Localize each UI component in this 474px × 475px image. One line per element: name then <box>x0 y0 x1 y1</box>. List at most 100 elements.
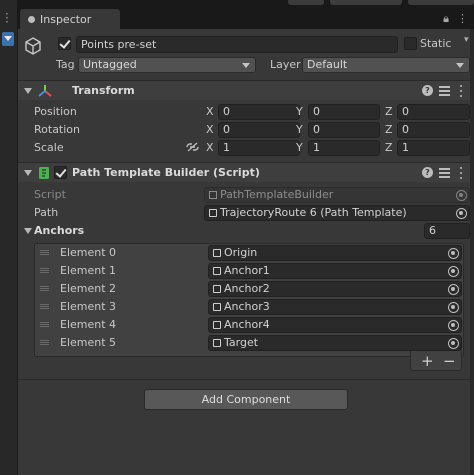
tab-bar: Inspector 🔒︎ ⋮ <box>18 0 474 29</box>
element-reference-field[interactable]: Anchor3 <box>208 299 462 315</box>
preset-icon[interactable] <box>439 167 450 178</box>
path-row: Path TrajectoryRoute 6 (Path Template) <box>18 204 470 222</box>
component-enabled-checkbox[interactable] <box>54 166 67 179</box>
toolbar-button[interactable] <box>330 0 402 5</box>
gameobject-icon <box>213 303 221 311</box>
drag-handle-icon[interactable] <box>40 322 49 327</box>
element-label: Element 4 <box>60 318 117 331</box>
list-item: Element 2 Anchor2 <box>18 280 470 298</box>
layer-label: Layer <box>270 58 301 71</box>
element-value: Anchor4 <box>224 318 270 331</box>
object-picker-icon[interactable] <box>448 284 459 295</box>
chevron-down-icon <box>4 36 12 41</box>
element-label: Element 0 <box>60 246 117 259</box>
gameobject-icon <box>213 285 221 293</box>
list-item: Element 1 Anchor1 <box>18 262 470 280</box>
script-reference-field: PathTemplateBuilder <box>204 187 470 203</box>
rotation-x-input[interactable]: 0 <box>218 122 300 138</box>
rotation-y-input[interactable]: 0 <box>308 122 380 138</box>
object-picker-icon[interactable] <box>448 302 459 313</box>
scale-y-input[interactable]: 1 <box>308 140 380 156</box>
drag-handle-icon[interactable] <box>40 304 49 309</box>
transform-scale-row: Scale X 1 Y 1 Z 1 <box>18 139 470 157</box>
element-reference-field[interactable]: Anchor4 <box>208 317 462 333</box>
object-picker-icon[interactable] <box>456 208 467 219</box>
toolbar-button[interactable] <box>288 0 324 5</box>
field-label: Rotation <box>34 123 81 136</box>
axis-label: Y <box>296 123 303 136</box>
object-picker-icon[interactable] <box>448 320 459 331</box>
position-x-input[interactable]: 0 <box>218 104 300 120</box>
script-file-icon <box>209 191 217 199</box>
foldout-arrow-icon[interactable] <box>24 88 32 94</box>
more-vertical-icon[interactable] <box>459 167 463 179</box>
gameobject-icon <box>213 249 221 257</box>
axis-label: Y <box>296 141 303 154</box>
transform-position-row: Position X 0 Y 0 Z 0 <box>18 103 470 121</box>
transform-header[interactable]: Transform ? <box>18 80 470 100</box>
axis-label: Z <box>385 105 393 118</box>
script-row: Script PathTemplateBuilder <box>18 186 470 204</box>
drag-handle-icon[interactable] <box>40 250 49 255</box>
drag-handle-icon[interactable] <box>40 340 49 345</box>
scale-z-input[interactable]: 1 <box>397 140 470 156</box>
more-menu-icon[interactable]: · · · <box>5 8 9 28</box>
element-reference-field[interactable]: Anchor1 <box>208 263 462 279</box>
drag-handle-icon[interactable] <box>40 286 49 291</box>
layer-dropdown[interactable]: Default <box>302 57 470 73</box>
element-value: Origin <box>224 246 258 259</box>
static-checkbox[interactable] <box>404 37 417 50</box>
lock-icon[interactable]: 🔒︎ <box>443 12 449 26</box>
static-dropdown-icon[interactable]: ▾ <box>464 35 469 45</box>
add-element-button[interactable]: + <box>421 352 434 370</box>
tag-dropdown[interactable]: Untagged <box>78 57 256 73</box>
component-title: Path Template Builder (Script) <box>72 166 260 179</box>
list-item: Element 4 Anchor4 <box>18 316 470 334</box>
element-value: Anchor1 <box>224 264 270 277</box>
more-vertical-icon[interactable]: ⋮ <box>457 12 468 26</box>
script-component-header[interactable]: Path Template Builder (Script) ? <box>18 162 470 182</box>
inspector-icon <box>28 15 35 23</box>
element-label: Element 1 <box>60 264 117 277</box>
active-checkbox[interactable] <box>58 37 71 50</box>
dropdown-toggle-button[interactable] <box>2 32 14 46</box>
foldout-arrow-icon[interactable] <box>24 170 32 176</box>
element-reference-field[interactable]: Origin <box>208 245 462 261</box>
remove-element-button[interactable]: − <box>443 352 456 370</box>
rotation-z-input[interactable]: 0 <box>397 122 470 138</box>
axis-label: Z <box>385 141 393 154</box>
help-icon[interactable]: ? <box>422 167 433 178</box>
gameobject-icon <box>213 339 221 347</box>
more-vertical-icon[interactable] <box>459 85 463 97</box>
position-z-input[interactable]: 0 <box>397 104 470 120</box>
element-value: Anchor2 <box>224 282 270 295</box>
object-header: Points pre-set Static ▾ Tag Untagged Lay… <box>18 29 470 79</box>
object-name-input[interactable]: Points pre-set <box>76 36 398 53</box>
object-picker-icon[interactable] <box>448 338 459 349</box>
divider <box>18 379 470 380</box>
layer-value: Default <box>307 58 348 71</box>
path-reference-field[interactable]: TrajectoryRoute 6 (Path Template) <box>204 205 470 221</box>
drag-handle-icon[interactable] <box>40 268 49 273</box>
cube-icon <box>25 37 41 55</box>
help-icon[interactable]: ? <box>422 85 433 96</box>
link-icon[interactable] <box>186 142 199 152</box>
script-value: PathTemplateBuilder <box>220 188 334 201</box>
tab-inspector[interactable]: Inspector <box>20 9 120 29</box>
scale-x-input[interactable]: 1 <box>218 140 300 156</box>
anchors-size-input[interactable]: 6 <box>424 223 470 239</box>
toolbar-button[interactable] <box>408 0 474 5</box>
position-y-input[interactable]: 0 <box>308 104 380 120</box>
element-reference-field[interactable]: Target <box>208 335 462 351</box>
preset-icon[interactable] <box>439 85 450 96</box>
foldout-arrow-icon[interactable] <box>24 228 32 234</box>
path-value: TrajectoryRoute 6 (Path Template) <box>220 206 407 219</box>
field-label: Script <box>34 188 66 201</box>
gameobject-icon <box>213 267 221 275</box>
axis-label: Z <box>385 123 393 136</box>
object-picker-icon[interactable] <box>448 266 459 277</box>
object-picker-icon[interactable] <box>448 248 459 259</box>
script-icon <box>39 167 49 179</box>
element-reference-field[interactable]: Anchor2 <box>208 281 462 297</box>
add-component-button[interactable]: Add Component <box>144 389 348 410</box>
